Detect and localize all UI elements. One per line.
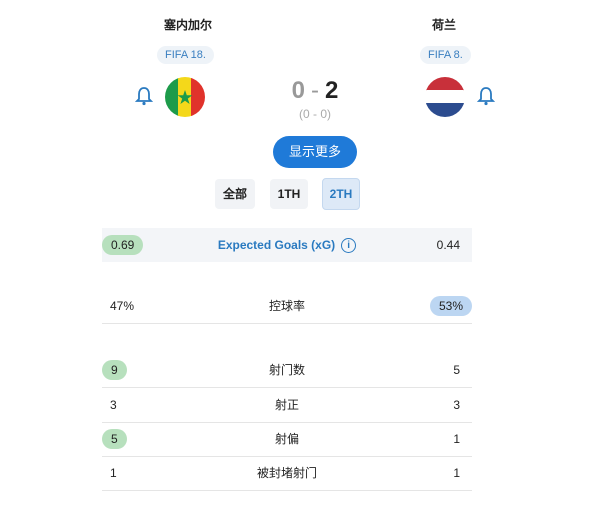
stat-row-xg: 0.69 Expected Goals (xG) i 0.44 xyxy=(102,228,472,262)
away-team-name[interactable]: 荷兰 xyxy=(384,16,504,33)
score: 0-2 xyxy=(255,77,375,105)
home-bell-icon[interactable] xyxy=(134,86,154,111)
away-fifa-rank: FIFA 8. xyxy=(420,46,471,64)
on-target-away-value: 3 xyxy=(453,398,460,412)
home-fifa-rank: FIFA 18. xyxy=(157,46,214,64)
shots-away-value: 5 xyxy=(453,363,460,377)
xg-label[interactable]: Expected Goals (xG) xyxy=(218,238,335,252)
possession-label: 控球率 xyxy=(268,299,305,313)
halftime-score: (0 - 0) xyxy=(298,107,331,121)
tab-all[interactable]: 全部 xyxy=(215,179,255,209)
away-score: 2 xyxy=(325,77,339,104)
tab-first-half[interactable]: 1TH xyxy=(270,179,308,209)
off-target-away-value: 1 xyxy=(453,432,460,446)
netherlands-flag-icon[interactable] xyxy=(425,77,465,117)
away-bell-icon[interactable] xyxy=(476,86,496,111)
blocked-label: 被封堵射门 xyxy=(256,466,317,480)
stat-row-possession: 47% 控球率 53% xyxy=(102,289,472,324)
blocked-away-value: 1 xyxy=(453,466,460,480)
possession-away-value: 53% xyxy=(429,296,472,316)
senegal-flag-icon[interactable] xyxy=(165,77,205,117)
tab-second-half[interactable]: 2TH xyxy=(322,178,360,210)
info-icon[interactable]: i xyxy=(341,238,357,254)
stat-row-blocked: 1 被封堵射门 1 xyxy=(102,456,472,491)
home-team-name[interactable]: 塞内加尔 xyxy=(128,16,248,33)
stat-row-shots: 9 射门数 5 xyxy=(102,353,472,388)
home-score: 0 xyxy=(291,77,305,104)
stat-row-on-target: 3 射正 3 xyxy=(102,388,472,423)
on-target-label: 射正 xyxy=(274,398,299,412)
xg-away-value: 0.44 xyxy=(436,238,460,252)
stat-row-off-target: 5 射偏 1 xyxy=(102,422,472,457)
show-more-button[interactable]: 显示更多 xyxy=(273,136,357,168)
score-separator: - xyxy=(311,77,319,104)
shots-label: 射门数 xyxy=(268,363,305,377)
off-target-label: 射偏 xyxy=(274,432,299,446)
xg-label-wrap[interactable]: Expected Goals (xG) i xyxy=(102,228,472,262)
